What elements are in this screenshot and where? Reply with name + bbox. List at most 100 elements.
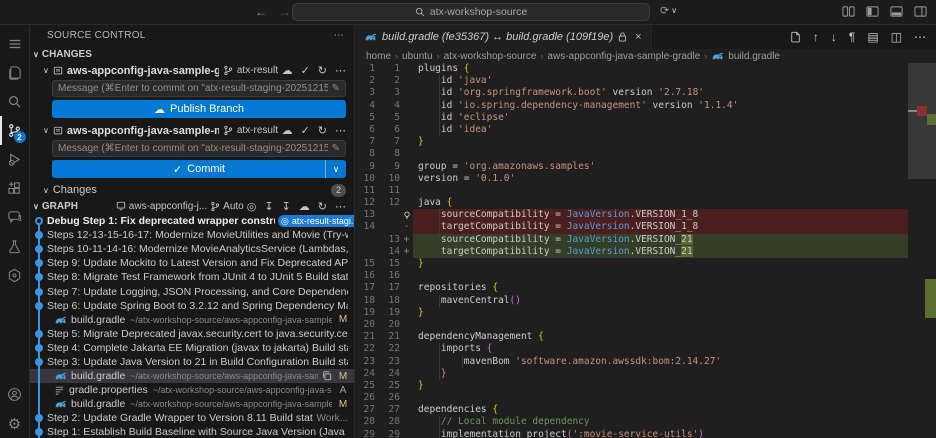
refresh-icon[interactable]: ↻ [318,200,327,213]
code-line[interactable]: 14 - targetCompatibility = JavaVersion.VE… [355,221,936,234]
code-line[interactable]: 25 25} [355,380,936,392]
open-file-icon[interactable] [789,31,801,43]
book-icon[interactable]: ▤ [867,30,878,44]
refresh-icon[interactable]: ↻ [318,124,327,137]
commit-dropdown-icon[interactable]: ∨ [325,160,346,178]
code-line[interactable]: 14 + targetCompatibility = JavaVersion.VE… [355,245,936,258]
graph-commit-row[interactable]: Steps 10-11-14-16: Modernize MovieAnalyt… [30,242,354,257]
graph-file-row[interactable]: build.gradle ~/atx-workshop-source/aws-ap… [30,369,354,384]
code-line[interactable]: 13 sourceCompatibility = JavaVersion.VER… [355,209,936,222]
more-actions-icon[interactable]: ⋯ [335,64,346,77]
more-actions-icon[interactable]: ⋯ [335,124,346,137]
more-actions-icon[interactable]: ⋯ [914,30,926,44]
graph-commit-row[interactable]: Step 1: Establish Build Baseline with So… [30,425,354,438]
graph-commit-row[interactable]: Step 2: Update Gradle Wrapper to Version… [30,411,354,426]
code-line[interactable]: 27 27 dependencies { [355,404,936,416]
test-beaker-icon[interactable] [0,232,30,261]
toggle-primary-sidebar-icon[interactable] [866,5,879,18]
code-line[interactable]: 1 1 plugins { [355,63,936,75]
generate-message-icon[interactable]: ✎ [332,83,340,94]
pull-icon[interactable]: ↧ [264,200,273,213]
aws-toolkit-icon[interactable] [0,261,30,290]
code-line[interactable]: 16 16 [355,270,936,282]
code-line[interactable]: 29 29 implementation project(':movie-serv… [355,428,936,438]
toggle-panel-icon[interactable] [890,5,903,18]
graph-commit-row[interactable]: Step 6: Update Spring Boot to 3.2.12 and… [30,298,354,313]
graph-file-row[interactable]: build.gradle ~/atx-workshop-source/aws-ap… [30,312,354,327]
repo-row[interactable]: ∨ aws-appconfig-java-sample-maven atx-resu… [30,122,354,139]
code-line[interactable]: 20 20 [355,319,936,331]
code-line[interactable]: 88 [355,148,936,160]
graph-commit-row[interactable]: Step 5: Migrate Deprecated javax.securit… [30,326,354,341]
breadcrumb[interactable]: home › ubuntu › atx-workshop-source › aws-appc… [355,49,936,63]
tab-build-gradle-diff[interactable]: build.gradle (fe35367) ↔ build.gradle (1… [355,25,652,49]
code-line[interactable]: 24 24 } [355,367,936,380]
code-line[interactable]: 12 12 java { [355,197,936,209]
graph-commit-row[interactable]: Step 7: Update Logging, JSON Processing,… [30,284,354,299]
graph-repo-picker[interactable]: aws-appconfig-j... [116,201,207,212]
graph-commit-row[interactable]: Step 9: Update Mockito to Latest Version… [30,256,354,271]
graph-file-row[interactable]: gradle.properties ~/atx-workshop-source/a… [30,383,354,398]
repo-row[interactable]: ∨ aws-appconfig-java-sample-gradle atx-res… [30,62,354,79]
breadcrumb-item[interactable]: atx-workshop-source [444,51,537,62]
graph-ref-picker[interactable]: Auto [210,201,244,212]
chat-icon[interactable] [0,203,30,232]
graph-commit-row[interactable]: Step 4: Complete Jakarta EE Migration (j… [30,340,354,356]
code-line[interactable]: 3 3 id 'org.springframework.boot' version… [355,87,936,100]
next-change-icon[interactable]: ↓ [831,30,837,44]
fetch-cloud-icon[interactable]: ☁ [299,200,310,213]
code-line[interactable]: 6 6 id 'idea' [355,123,936,137]
commit-button[interactable]: ✓ Commit ∨ [52,160,346,178]
more-actions-icon[interactable]: ⋯ [335,200,346,213]
commit-check-icon[interactable]: ✓ [301,124,310,137]
command-center-search[interactable]: atx-workshop-source [292,3,650,21]
breadcrumb-item[interactable]: aws-appconfig-java-sample-gradle [547,51,700,62]
more-actions-icon[interactable]: ⋯ [334,30,344,41]
graph-commit-row[interactable]: Step 8: Migrate Test Framework from JUni… [30,270,354,285]
code-line[interactable]: 15 15} [355,258,936,270]
code-line[interactable]: 4 4 id 'io.spring.dependency-management' … [355,99,936,112]
code-line[interactable]: 26 26 [355,392,936,404]
graph-commit-row[interactable]: Debug Step 1: Fix deprecated wrapper con… [30,214,354,229]
publish-cloud-icon[interactable]: ☁ [282,124,293,137]
previous-change-icon[interactable]: ↑ [813,30,819,44]
menu-icon[interactable] [0,29,30,58]
whitespace-icon[interactable]: ¶ [849,30,855,44]
code-line[interactable]: 21 21 dependencyManagement { [355,331,936,343]
graph-commit-row[interactable]: Step 3: Update Java Version to 21 in Bui… [30,354,354,370]
graph-commit-row[interactable]: Steps 12-13-15-16-17: Modernize MovieUti… [30,228,354,243]
code-line[interactable]: 5 5 id 'eclipse' [355,111,936,124]
code-line[interactable]: 23 23 mavenBom 'software.amazon.awssdk:bo… [355,355,936,368]
breadcrumb-item[interactable]: home [366,51,391,62]
code-line[interactable]: 28 28 // Local module dependency [355,416,936,429]
target-icon[interactable]: ◎ [247,200,257,213]
publish-cloud-icon[interactable]: ☁ [282,64,293,77]
breadcrumb-item[interactable]: build.gradle [728,51,780,62]
explorer-icon[interactable] [0,58,30,87]
commit-message-input[interactable]: Message (⌘Enter to commit on "atx-result… [52,140,346,157]
split-editor-icon[interactable]: ◫ [891,30,902,44]
customize-layout-icon[interactable] [842,5,855,18]
code-line[interactable]: 9 9 group = 'org.amazonaws.samples' [355,161,936,173]
graph-file-row[interactable]: build.gradle ~/atx-workshop-source/aws-ap… [30,397,354,412]
nav-back-icon[interactable]: ← [255,5,267,19]
settings-gear-icon[interactable]: ⚙ [0,409,30,438]
close-icon[interactable]: × [635,31,641,43]
graph-section-header[interactable]: ∨ GRAPH aws-appconfig-j... Auto ◎ ↧ ↧ ☁ … [30,198,354,214]
code-line[interactable]: 11 11 [355,185,936,197]
run-debug-icon[interactable] [0,145,30,174]
refresh-icon[interactable]: ↻ [318,64,327,77]
code-line[interactable]: 2 2 id 'java' [355,75,936,88]
breadcrumb-item[interactable]: ubuntu [402,51,433,62]
code-line[interactable]: 17 17 repositories { [355,282,936,294]
nav-forward-icon[interactable]: → [279,5,291,19]
code-line[interactable]: 19 19} [355,307,936,319]
publish-branch-button[interactable]: ☁ Publish Branch [52,100,346,118]
extensions-icon[interactable] [0,174,30,203]
source-control-icon[interactable]: 2 [0,116,30,145]
code-line[interactable]: 22 22 imports { [355,343,936,356]
code-line[interactable]: 10 10 version = '0.1.0' [355,173,936,185]
changes-section-header[interactable]: ∨ CHANGES [30,46,354,62]
toggle-secondary-sidebar-icon[interactable] [914,5,927,18]
push-icon[interactable]: ↧ [282,200,291,213]
